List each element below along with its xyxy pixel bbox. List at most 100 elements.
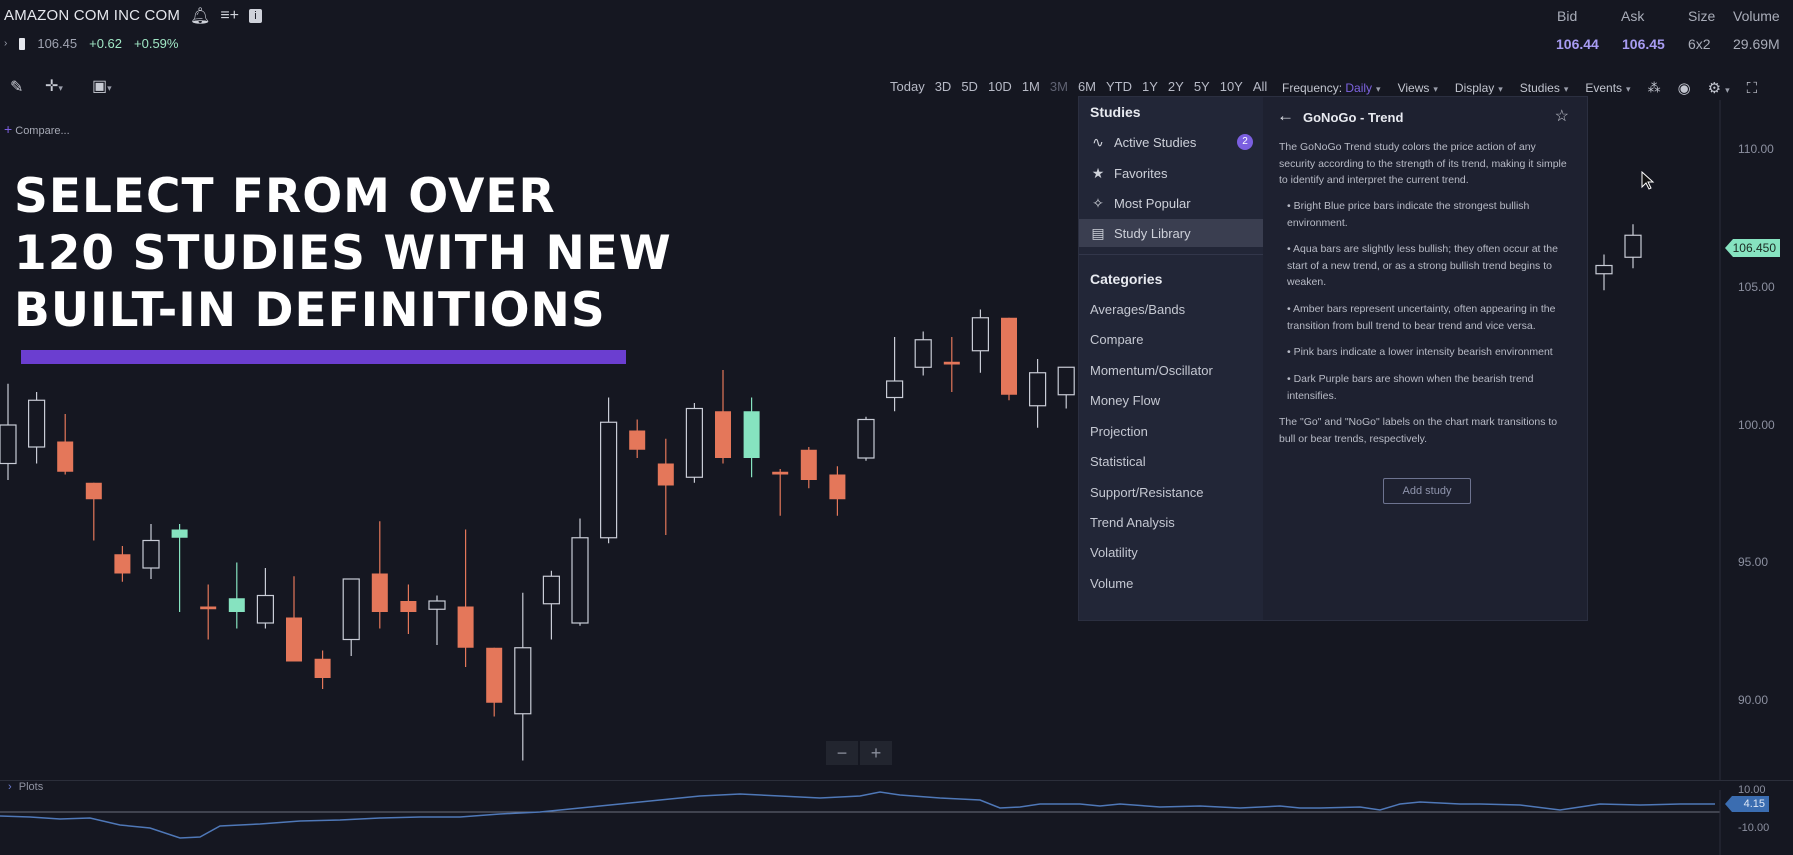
range-6m[interactable]: 6M bbox=[1078, 79, 1096, 94]
events-label: Events bbox=[1585, 81, 1623, 95]
back-arrow-icon[interactable]: ← bbox=[1277, 106, 1294, 126]
ask-header: Ask bbox=[1621, 8, 1645, 24]
views-menu[interactable]: Views ▾ bbox=[1398, 81, 1438, 95]
category-item[interactable]: Support/Resistance bbox=[1090, 485, 1203, 500]
info-icon[interactable]: i bbox=[249, 9, 262, 23]
studies-nav: Studies ∿ Active Studies 2 ★ Favorites ✧… bbox=[1079, 97, 1263, 620]
chevron-down-icon: ▾ bbox=[1563, 84, 1569, 94]
plots-axis-top: 10.00 bbox=[1738, 784, 1766, 796]
range-2y[interactable]: 2Y bbox=[1168, 79, 1184, 94]
range-1y[interactable]: 1Y bbox=[1142, 79, 1158, 94]
plots-value-tag: 4.15 bbox=[1725, 796, 1769, 812]
header-actions: 🔔︎ ≡+ i bbox=[190, 6, 262, 26]
candle-body bbox=[685, 407, 704, 478]
ask-value: 106.45 bbox=[1622, 36, 1665, 52]
category-item[interactable]: Volume bbox=[1090, 576, 1133, 591]
studies-menu[interactable]: Studies ▾ bbox=[1520, 81, 1569, 95]
range-5d[interactable]: 5D bbox=[961, 79, 978, 94]
y-axis-label: 110.00 bbox=[1738, 142, 1774, 156]
range-ytd[interactable]: YTD bbox=[1106, 79, 1132, 94]
candle-body bbox=[371, 573, 388, 612]
zoom-in-button[interactable]: + bbox=[860, 741, 892, 765]
candle-body bbox=[171, 529, 188, 538]
chart-menus: Frequency: Daily ▾ Views ▾ Display ▾ Studie… bbox=[1282, 79, 1758, 98]
range-3d[interactable]: 3D bbox=[935, 79, 952, 94]
range-all[interactable]: All bbox=[1253, 79, 1267, 94]
size-header: Size bbox=[1688, 8, 1716, 24]
studies-title: Studies bbox=[1090, 104, 1141, 120]
range-3m[interactable]: 3M bbox=[1050, 79, 1068, 94]
study-bullet: • Pink bars indicate a lower intensity b… bbox=[1287, 346, 1553, 358]
category-item[interactable]: Statistical bbox=[1090, 454, 1146, 469]
wave-icon: ∿ bbox=[1092, 133, 1104, 150]
candle-body bbox=[914, 339, 932, 368]
price-change: +0.62 bbox=[89, 36, 123, 51]
candle-body bbox=[486, 647, 503, 703]
price-indicator-icon bbox=[19, 37, 26, 50]
expand-chevron-icon[interactable]: › bbox=[4, 38, 7, 49]
add-study-button[interactable]: Add study bbox=[1383, 478, 1471, 504]
volume-value: 29.69M bbox=[1733, 36, 1780, 52]
study-detail: ← GoNoGo - Trend ☆ The GoNoGo Trend stud… bbox=[1263, 97, 1587, 620]
range-10d[interactable]: 10D bbox=[988, 79, 1012, 94]
candle-body bbox=[772, 471, 789, 475]
category-item[interactable]: Trend Analysis bbox=[1090, 515, 1175, 530]
drawing-tools-icon[interactable]: ⁂ bbox=[1648, 80, 1661, 96]
candle-body bbox=[428, 600, 446, 610]
events-menu[interactable]: Events ▾ bbox=[1585, 81, 1630, 95]
nav-study-library[interactable]: ▤ Study Library bbox=[1079, 219, 1263, 247]
last-price-tag: 106.450 bbox=[1725, 239, 1780, 257]
shield-check-icon[interactable]: ◉ bbox=[1678, 79, 1691, 97]
zoom-controls: − + bbox=[826, 741, 892, 765]
last-price: 106.45 bbox=[37, 36, 78, 51]
alert-bell-icon[interactable]: 🔔︎ bbox=[190, 6, 210, 26]
candle-body bbox=[400, 601, 417, 612]
nav-active-studies[interactable]: ∿ Active Studies 2 bbox=[1079, 128, 1263, 156]
range-today[interactable]: Today bbox=[890, 79, 925, 94]
chevron-down-icon: ▾ bbox=[1433, 84, 1438, 94]
add-to-list-icon[interactable]: ≡+ bbox=[220, 7, 239, 25]
favorite-star-icon[interactable]: ☆ bbox=[1555, 106, 1569, 126]
candle-body bbox=[114, 554, 131, 574]
range-10y[interactable]: 10Y bbox=[1220, 79, 1243, 94]
studies-label: Studies bbox=[1519, 81, 1560, 95]
candle-body bbox=[571, 537, 589, 624]
category-item[interactable]: Money Flow bbox=[1090, 393, 1160, 408]
candle-body bbox=[256, 594, 274, 624]
frequency-menu[interactable]: Frequency: Daily ▾ bbox=[1282, 81, 1381, 95]
zoom-out-button[interactable]: − bbox=[826, 741, 858, 765]
candle-body bbox=[1028, 372, 1047, 407]
sparkle-icon: ✧ bbox=[1092, 194, 1104, 211]
display-menu[interactable]: Display ▾ bbox=[1455, 81, 1503, 95]
range-selector: Today 3D 5D 10D 1M 3M 6M YTD 1Y 2Y 5Y 10… bbox=[890, 79, 1267, 94]
size-value: 6x2 bbox=[1688, 36, 1711, 52]
pencil-icon[interactable]: ✎ bbox=[10, 77, 23, 97]
headline-line-2: 120 STUDIES WITH NEW bbox=[14, 226, 672, 281]
range-5y[interactable]: 5Y bbox=[1194, 79, 1210, 94]
study-outro: The "Go" and "NoGo" labels on the chart … bbox=[1279, 416, 1558, 445]
category-item[interactable]: Volatility bbox=[1090, 545, 1138, 560]
candle-body bbox=[599, 421, 618, 539]
candle-body bbox=[943, 361, 960, 365]
settings-gear-icon[interactable]: ⚙ ▾ bbox=[1708, 79, 1730, 97]
range-1m[interactable]: 1M bbox=[1022, 79, 1040, 94]
category-item[interactable]: Compare bbox=[1090, 332, 1143, 347]
category-item[interactable]: Momentum/Oscillator bbox=[1090, 363, 1213, 378]
category-item[interactable]: Projection bbox=[1090, 424, 1148, 439]
security-name: AMAZON COM INC COM bbox=[4, 7, 181, 24]
nav-most-popular[interactable]: ✧ Most Popular bbox=[1079, 189, 1263, 217]
study-bullet: • Aqua bars are slightly less bullish; t… bbox=[1287, 243, 1558, 288]
fullscreen-icon[interactable]: ⛶ bbox=[1747, 80, 1758, 97]
crosshair-icon[interactable]: ✛▾ bbox=[45, 76, 63, 96]
candle-body bbox=[715, 411, 731, 458]
candle-body bbox=[629, 430, 646, 450]
comment-icon[interactable]: ▣▾ bbox=[92, 76, 112, 96]
nav-favorites[interactable]: ★ Favorites bbox=[1079, 159, 1263, 187]
display-label: Display bbox=[1454, 81, 1495, 95]
candle-body bbox=[228, 598, 245, 612]
category-item[interactable]: Averages/Bands bbox=[1090, 302, 1185, 317]
nav-divider bbox=[1079, 254, 1263, 255]
y-axis-label: 90.00 bbox=[1738, 693, 1769, 707]
headline-accent-bar bbox=[21, 350, 626, 364]
candle-body bbox=[0, 424, 17, 465]
